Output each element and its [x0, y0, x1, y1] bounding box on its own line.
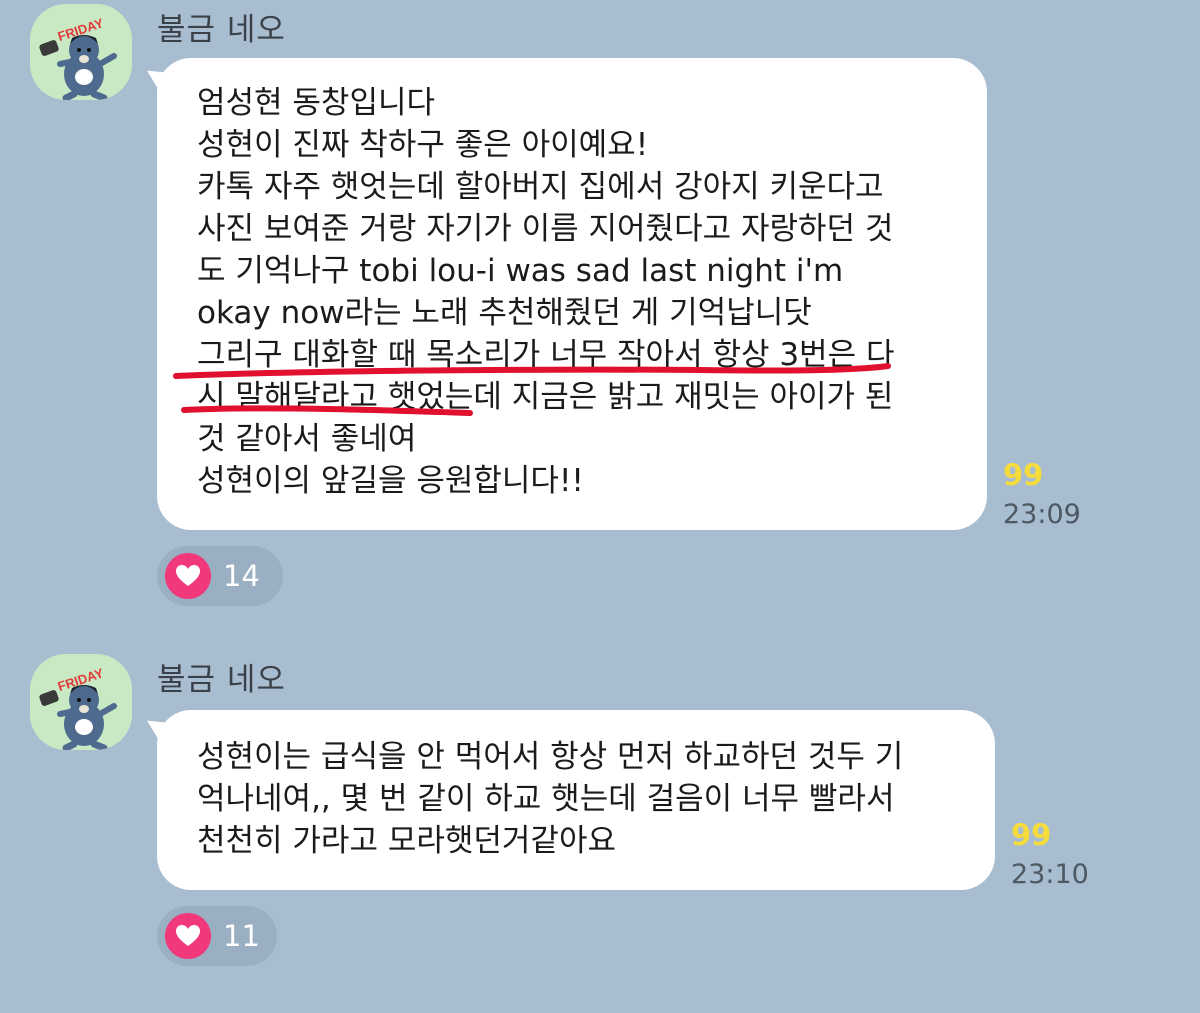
neo-character-icon: FRIDAY [30, 654, 132, 750]
unread-count: 99 [1011, 818, 1052, 852]
message-line: 사진 보여준 거랑 자기가 이름 지어줬다고 자랑하던 것 [197, 211, 894, 247]
reaction-badge[interactable]: 11 [157, 906, 277, 966]
timestamp: 23:10 [1011, 859, 1089, 890]
sender-name: 불금 네오 [157, 12, 286, 48]
message-line: 카톡 자주 햇엇는데 할아버지 집에서 강아지 키운다고 [197, 169, 884, 205]
message-line: 시 말해달라고 햇었는데 지금은 밝고 재밋는 아이가 된 [197, 379, 894, 415]
chat-message: FRIDAY 불금 네오 엄성현 동창입니다 성현이 진짜 착하구 좋은 아이예… [0, 0, 1200, 620]
timestamp: 23:09 [1003, 499, 1081, 530]
message-line: 성현이 진짜 착하구 좋은 아이예요! [197, 127, 649, 163]
chat-message: FRIDAY 불금 네오 성현이는 급식을 안 먹어서 항상 먼저 하교하던 것… [0, 650, 1200, 1013]
heart-icon [165, 553, 211, 599]
neo-character-icon: FRIDAY [30, 4, 132, 100]
reaction-count: 14 [223, 559, 260, 593]
reaction-count: 11 [223, 919, 260, 953]
message-meta: 99 23:10 [1011, 818, 1089, 892]
message-line: okay now라는 노래 추천해줬던 게 기억납니닷 [197, 295, 812, 331]
message-line: 것 같아서 좋네여 [197, 421, 417, 457]
message-line: 엄성현 동창입니다 [197, 85, 436, 121]
reaction-badge[interactable]: 14 [157, 546, 283, 606]
heart-icon [165, 913, 211, 959]
message-bubble[interactable]: 성현이는 급식을 안 먹어서 항상 먼저 하교하던 것두 기 억나네여,, 몇 … [157, 710, 995, 890]
avatar[interactable]: FRIDAY [30, 654, 132, 750]
unread-count: 99 [1003, 458, 1044, 492]
message-line: 도 기억나구 tobi lou-i was sad last night i'm [197, 253, 844, 289]
sender-name: 불금 네오 [157, 662, 286, 698]
message-line: 성현이의 앞길을 응원합니다!! [197, 463, 584, 499]
avatar[interactable]: FRIDAY [30, 4, 132, 100]
message-bubble[interactable]: 엄성현 동창입니다 성현이 진짜 착하구 좋은 아이예요! 카톡 자주 햇엇는데… [157, 58, 987, 530]
message-line: 성현이는 급식을 안 먹어서 항상 먼저 하교하던 것두 기 [197, 739, 904, 775]
message-line: 억나네여,, 몇 번 같이 하교 햇는데 걸음이 너무 빨라서 [197, 781, 895, 817]
message-line: 그리구 대화할 때 목소리가 너무 작아서 항상 3번은 다 [197, 337, 895, 373]
message-line: 천천히 가라고 모라햇던거같아요 [197, 823, 616, 859]
message-meta: 99 23:09 [1003, 458, 1081, 532]
